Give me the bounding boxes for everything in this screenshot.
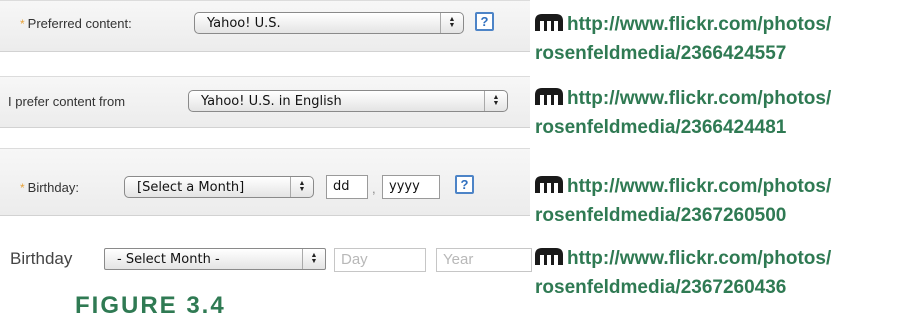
photo-credit-link[interactable]: http://www.flickr.com/photos/rosenfeldme…: [535, 172, 903, 230]
birthday-day-field[interactable]: Day: [334, 248, 426, 272]
birthday-month-select[interactable]: [Select a Month] ▲ ▼: [124, 176, 314, 198]
birthday-month-select-value: - Select Month -: [117, 252, 220, 267]
preferred-content-select[interactable]: Yahoo! U.S. ▲ ▼: [194, 12, 464, 34]
required-marker: *: [20, 181, 25, 195]
birthday-month-select[interactable]: - Select Month - ▲ ▼: [104, 248, 326, 270]
required-marker: *: [20, 17, 25, 31]
photo-credit-link[interactable]: http://www.flickr.com/photos/rosenfeldme…: [535, 10, 903, 68]
help-icon[interactable]: ?: [455, 175, 474, 194]
birthday-label: * Birthday:: [20, 180, 79, 195]
select-up-down-arrows-icon: ▲ ▼: [302, 249, 325, 269]
birthday-year-field[interactable]: Year: [436, 248, 532, 272]
creative-commons-attribution-icon: [535, 176, 563, 193]
photo-credit-link[interactable]: http://www.flickr.com/photos/rosenfeldme…: [535, 84, 903, 142]
creative-commons-attribution-icon: [535, 88, 563, 105]
help-icon[interactable]: ?: [475, 12, 494, 31]
preferred-content-select-value: Yahoo! U.S.: [207, 16, 281, 31]
content-from-label: I prefer content from: [8, 94, 126, 109]
preferred-content-label: * Preferred content:: [20, 16, 132, 31]
content-from-select[interactable]: Yahoo! U.S. in English ▲ ▼: [188, 90, 508, 112]
content-from-select-value: Yahoo! U.S. in English: [201, 94, 342, 109]
creative-commons-attribution-icon: [535, 248, 563, 265]
figure-caption: FIGURE 3.4: [75, 292, 226, 319]
creative-commons-attribution-icon: [535, 14, 563, 31]
select-up-down-arrows-icon: ▲ ▼: [440, 13, 463, 33]
birthday-label: Birthday: [10, 249, 73, 268]
birthday-year-field[interactable]: yyyy: [382, 175, 440, 199]
date-separator: ,: [372, 181, 376, 196]
photo-credit-link[interactable]: http://www.flickr.com/photos/rosenfeldme…: [535, 244, 903, 302]
select-up-down-arrows-icon: ▲ ▼: [290, 177, 313, 197]
birthday-month-select-value: [Select a Month]: [137, 180, 245, 195]
select-up-down-arrows-icon: ▲ ▼: [484, 91, 507, 111]
birthday-day-field[interactable]: dd: [326, 175, 368, 199]
